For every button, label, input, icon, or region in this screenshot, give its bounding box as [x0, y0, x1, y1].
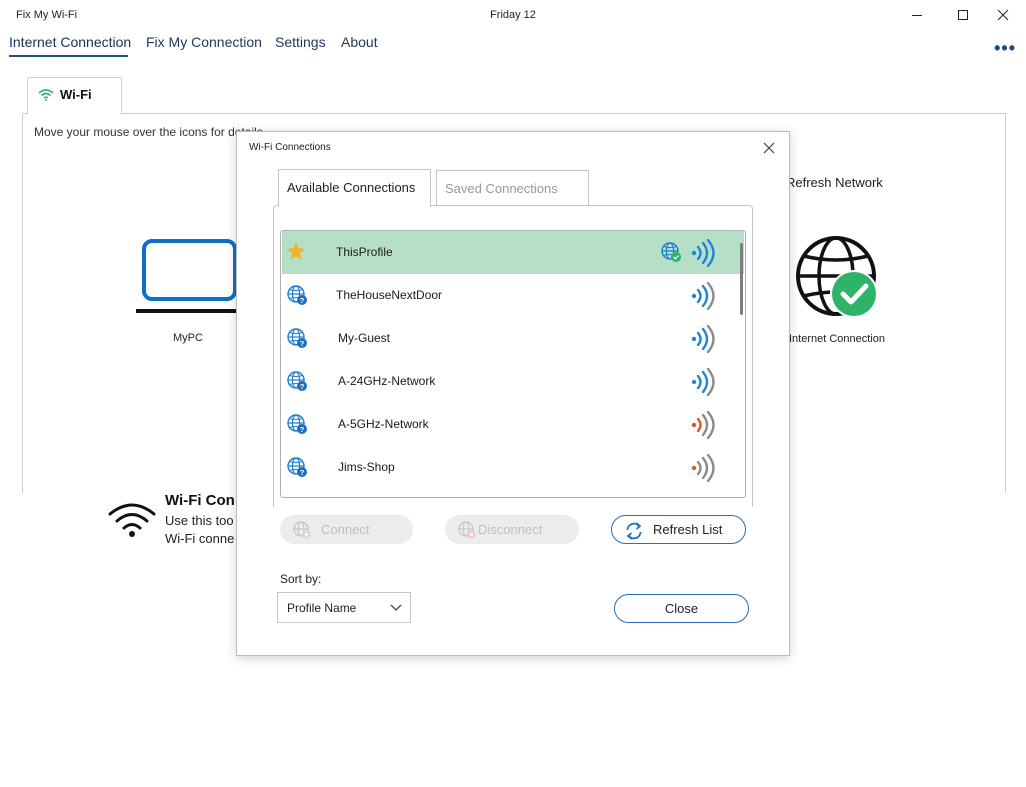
nav-about[interactable]: About	[341, 34, 378, 50]
dialog-close-icon[interactable]	[759, 138, 779, 158]
app-title: Fix My Wi-Fi	[16, 9, 78, 21]
more-options-button[interactable]: •••	[994, 38, 1016, 59]
wifi-status-line2: Wi-Fi conne	[165, 531, 235, 546]
list-scrollbar[interactable]	[740, 243, 743, 315]
minimize-icon	[912, 15, 922, 16]
nav-fix-my-connection[interactable]: Fix My Connection	[146, 34, 262, 50]
close-icon	[997, 9, 1009, 21]
globe-question-icon: ?	[286, 327, 308, 354]
internet-globe-icon[interactable]	[794, 234, 882, 322]
connect-button[interactable]: Connect	[280, 515, 413, 544]
disconnect-button[interactable]: Disconnect	[445, 515, 579, 544]
signal-strength-icon	[690, 367, 716, 401]
sort-by-label: Sort by:	[280, 572, 322, 586]
refresh-list-button[interactable]: Refresh List	[611, 515, 746, 544]
window-center-title: Friday 12	[490, 9, 536, 21]
signal-strength-icon	[690, 410, 716, 444]
dialog-title: Wi-Fi Connections	[249, 142, 331, 153]
network-name: A-5GHz-Network	[338, 417, 429, 431]
internet-connection-label: Internet Connection	[789, 333, 886, 345]
wifi-connections-dialog: Wi-Fi Connections Available Connections …	[236, 131, 790, 656]
network-name: Jims-Shop	[338, 460, 395, 474]
minimize-button[interactable]	[894, 0, 940, 30]
refresh-icon	[626, 522, 642, 540]
signal-strength-icon	[690, 324, 716, 358]
signal-strength-icon	[690, 453, 716, 487]
network-row[interactable]: ? My-Guest	[282, 317, 744, 360]
connect-button-label: Connect	[321, 522, 370, 537]
network-row[interactable]: ? TheHouseNextDoor	[282, 274, 744, 317]
tab-saved-connections[interactable]: Saved Connections	[436, 170, 589, 205]
internet-status-icon	[660, 241, 682, 268]
title-bar: Fix My Wi-Fi Friday 12	[0, 0, 1026, 30]
disconnect-button-label: Disconnect	[478, 522, 543, 537]
network-list[interactable]: ThisProfile? TheHouseNextDoor? My-Guest? A-…	[280, 230, 746, 498]
active-nav-indicator	[9, 55, 128, 57]
network-name: TheHouseNextDoor	[336, 288, 443, 302]
network-name: A-24GHz-Network	[338, 374, 436, 388]
tab-available-connections[interactable]: Available Connections	[278, 169, 431, 207]
network-row-partial[interactable]: ?	[282, 489, 744, 497]
svg-text:?: ?	[300, 339, 305, 348]
close-button-label: Close	[664, 601, 699, 616]
close-button[interactable]: Close	[614, 594, 749, 623]
network-row[interactable]: ? A-5GHz-Network	[282, 403, 744, 446]
nav-internet-connection[interactable]: Internet Connection	[9, 34, 131, 50]
mypc-label: MyPC	[173, 332, 203, 344]
wifi-small-icon	[38, 89, 54, 101]
refresh-network-label[interactable]: Refresh Network	[786, 175, 883, 190]
refresh-list-button-label: Refresh List	[653, 522, 723, 537]
star-icon	[286, 241, 308, 268]
sort-by-select[interactable]: Profile Name	[277, 592, 411, 623]
signal-strength-icon	[690, 238, 716, 272]
tab-wifi[interactable]: Wi-Fi	[27, 77, 122, 114]
laptop-icon[interactable]	[136, 238, 238, 316]
wifi-status-line1: Use this too	[165, 513, 234, 528]
maximize-icon	[958, 10, 968, 20]
globe-question-icon: ?	[286, 456, 308, 483]
globe-question-icon: ?	[286, 413, 308, 440]
globe-question-icon: ?	[286, 370, 308, 397]
nav-settings[interactable]: Settings	[275, 34, 326, 50]
hint-text: Move your mouse over the icons for detai…	[34, 125, 263, 139]
network-name: ThisProfile	[336, 245, 393, 259]
wifi-status-icon	[108, 503, 156, 537]
svg-text:?: ?	[300, 382, 305, 391]
globe-remove-icon	[458, 521, 476, 539]
globe-question-icon: ?	[286, 284, 308, 311]
svg-text:?: ?	[300, 425, 305, 434]
chevron-down-icon	[390, 604, 402, 611]
tab-wifi-label: Wi-Fi	[60, 87, 92, 102]
network-row[interactable]: ? A-24GHz-Network	[282, 360, 744, 403]
close-window-button[interactable]	[980, 0, 1026, 30]
network-name: My-Guest	[338, 331, 391, 345]
network-row[interactable]: ? Jims-Shop	[282, 446, 744, 489]
svg-text:?: ?	[300, 296, 305, 305]
top-nav: Internet Connection Fix My Connection Se…	[0, 30, 1026, 64]
sort-by-value: Profile Name	[287, 601, 357, 615]
wifi-status-title: Wi-Fi Con	[165, 492, 235, 509]
svg-text:?: ?	[300, 468, 305, 477]
globe-plus-icon	[293, 521, 311, 539]
signal-strength-icon	[690, 281, 716, 315]
network-row[interactable]: ThisProfile	[282, 231, 744, 274]
